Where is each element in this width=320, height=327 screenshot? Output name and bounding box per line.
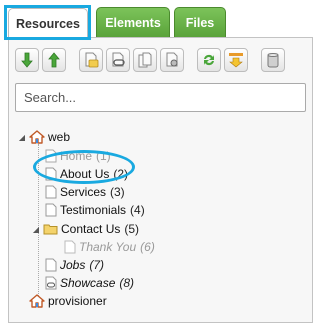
context-provisioner[interactable]: provisioner <box>29 292 107 310</box>
tree-item-label: Jobs <box>60 258 86 272</box>
folder-icon <box>43 224 58 235</box>
refresh-button[interactable] <box>197 48 221 72</box>
tree-item-id: (1) <box>96 149 111 163</box>
tree-item-home[interactable]: Home (1) <box>45 147 111 165</box>
context-label: provisioner <box>48 294 107 308</box>
tree-item-label: Testimonials <box>60 203 127 217</box>
tree-item-label: Home <box>60 149 93 163</box>
tree-item-label: About Us <box>60 167 110 181</box>
sort-button[interactable] <box>224 48 248 72</box>
tree-item-about-us[interactable]: About Us (2) <box>45 165 128 183</box>
document-icon <box>45 203 57 217</box>
arrow-up-icon <box>48 52 60 68</box>
tree-item-label: Showcase <box>60 276 116 290</box>
tree-item-services[interactable]: Services (3) <box>45 183 125 201</box>
document-icon <box>45 258 57 272</box>
tree-item-id: (2) <box>113 167 129 181</box>
new-weblink-icon <box>112 52 125 67</box>
refresh-icon <box>204 54 214 66</box>
trash-button[interactable] <box>261 48 285 72</box>
tree-item-testimonials[interactable]: Testimonials (4) <box>45 201 145 219</box>
expand-arrow-icon[interactable]: ◢ <box>31 225 41 234</box>
sort-icon <box>229 53 243 68</box>
new-document-button[interactable] <box>133 48 157 72</box>
tree-item-showcase[interactable]: Showcase (8) <box>45 274 134 292</box>
tree-item-label: Contact Us <box>61 222 121 236</box>
trash-icon <box>267 53 279 68</box>
expand-arrow-icon[interactable]: ◢ <box>17 133 27 142</box>
home-icon <box>29 294 45 308</box>
tree-item-thank-you[interactable]: Thank You (6) <box>64 238 155 256</box>
resources-panel: ◢ web Home (1) About Us (2) Services (3)… <box>8 37 313 323</box>
tree-item-label: Services <box>60 185 107 199</box>
arrow-down-icon <box>21 52 33 68</box>
context-label: web <box>48 130 71 144</box>
tree-item-id: (8) <box>119 276 135 290</box>
new-static-resource-button[interactable] <box>160 48 184 72</box>
tab-resources[interactable]: Resources <box>8 8 88 37</box>
tree-item-contact-us[interactable]: ◢ Contact Us (5) <box>31 220 139 238</box>
document-icon <box>64 240 76 254</box>
new-static-resource-icon <box>166 52 178 67</box>
tab-files[interactable]: Files <box>174 7 226 37</box>
collapse-all-button[interactable] <box>42 48 66 72</box>
new-folder-icon <box>85 52 99 68</box>
tree-item-id: (4) <box>130 203 145 217</box>
weblink-icon <box>45 276 57 290</box>
tab-bar: Resources Elements Files <box>0 0 317 40</box>
tree-item-id: (7) <box>89 258 105 272</box>
tab-elements[interactable]: Elements <box>96 7 170 37</box>
tree-item-id: (6) <box>140 240 155 254</box>
context-web[interactable]: ◢ web <box>17 128 70 146</box>
search-input[interactable] <box>15 83 306 112</box>
tree-item-id: (3) <box>110 185 125 199</box>
new-folder-button[interactable] <box>79 48 103 72</box>
new-weblink-button[interactable] <box>106 48 130 72</box>
new-document-icon <box>138 52 152 68</box>
tree-item-label: Thank You <box>79 240 137 254</box>
home-icon <box>29 130 45 144</box>
document-icon <box>45 185 57 199</box>
document-icon <box>45 167 57 181</box>
tree-item-id: (5) <box>124 222 140 236</box>
tree-item-jobs[interactable]: Jobs (7) <box>45 256 104 274</box>
document-icon <box>45 149 57 163</box>
expand-all-button[interactable] <box>15 48 39 72</box>
